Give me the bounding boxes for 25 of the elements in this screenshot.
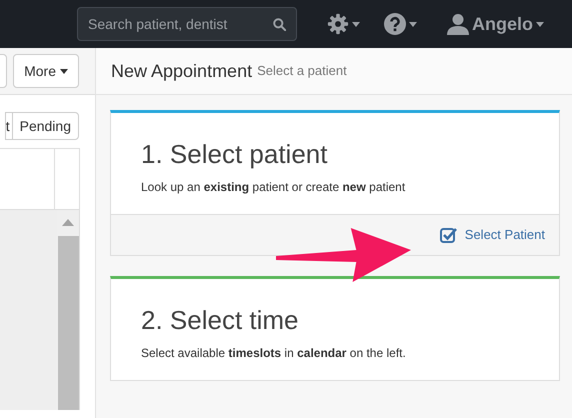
user-icon xyxy=(447,13,469,35)
caret-icon xyxy=(536,22,544,26)
step-title: 2. Select time xyxy=(141,305,300,336)
search-icon xyxy=(273,18,286,30)
select-patient-link[interactable]: Select Patient xyxy=(440,225,545,245)
help-menu[interactable] xyxy=(384,13,417,35)
search-input[interactable]: Search patient, dentist xyxy=(88,14,273,34)
filter-button[interactable]: t xyxy=(4,112,12,140)
settings-menu[interactable] xyxy=(327,13,360,35)
step-description: Select available timeslots in calendar on the left. xyxy=(141,345,407,362)
checkbox-icon xyxy=(440,227,457,244)
user-menu[interactable]: Angelo xyxy=(447,10,544,38)
caret-icon xyxy=(352,22,360,26)
page-title: New Appointment xyxy=(111,60,252,83)
step-description: Look up an existing patient or create new patient xyxy=(141,179,406,196)
scroll-up-icon xyxy=(62,219,74,226)
help-icon xyxy=(384,13,406,35)
caret-icon xyxy=(409,22,417,26)
search-field[interactable]: Search patient, dentist xyxy=(77,7,297,41)
settings-icon xyxy=(327,13,349,35)
page-subtitle: Select a patient xyxy=(257,62,347,80)
caret-icon xyxy=(60,68,68,74)
step-title: 1. Select patient xyxy=(141,139,328,170)
more-button[interactable]: More xyxy=(13,54,79,88)
filter-button[interactable]: Pending xyxy=(12,112,79,140)
